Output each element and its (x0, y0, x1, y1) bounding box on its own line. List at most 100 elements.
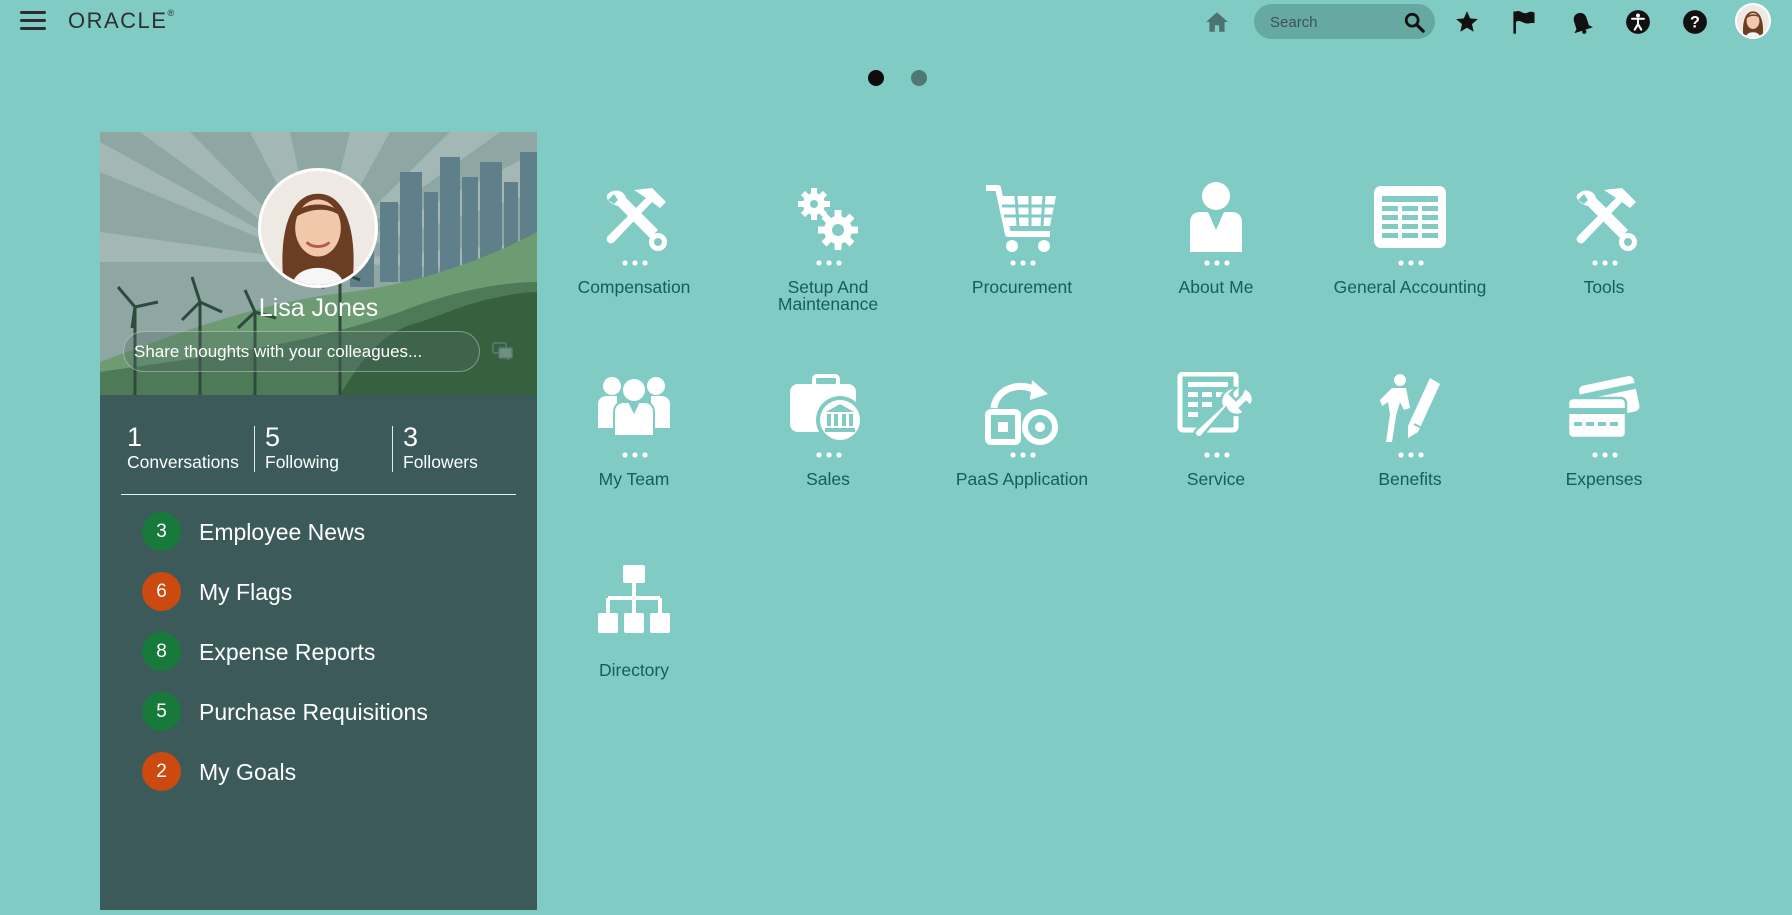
stat-conversations[interactable]: 1 Conversations (127, 422, 239, 472)
paas-icon (985, 380, 1058, 445)
app-procurement[interactable]: Procurement (932, 180, 1112, 350)
star-icon[interactable] (1453, 8, 1481, 36)
more-options-icon[interactable] (816, 452, 842, 458)
app-label: Procurement (971, 277, 1073, 297)
org-chart-icon (598, 565, 670, 633)
app-sales[interactable]: Sales (738, 372, 918, 542)
quick-link-my-goals[interactable]: 2 My Goals (142, 752, 502, 792)
profile-banner: Lisa Jones (100, 132, 537, 395)
count-badge: 2 (142, 752, 181, 791)
stat-label: Followers (403, 452, 478, 472)
stat-count: 1 (127, 422, 143, 452)
logo-registered-mark: ® (167, 8, 176, 18)
search-icon[interactable] (1403, 11, 1425, 33)
stat-label: Following (265, 452, 339, 472)
app-benefits[interactable]: Benefits (1320, 372, 1500, 542)
team-icon (598, 377, 670, 437)
app-paas-application[interactable]: PaaS Application (932, 372, 1112, 542)
stat-count: 3 (403, 422, 419, 452)
cart-icon (986, 185, 1056, 252)
benefits-icon (1380, 374, 1440, 442)
chat-bubbles-icon[interactable] (492, 342, 514, 362)
social-stats: 1 Conversations 5 Following 3 Followers (100, 422, 537, 474)
share-thoughts-input[interactable] (123, 331, 480, 372)
more-options-icon[interactable] (1592, 452, 1618, 458)
quick-link-label: My Goals (199, 759, 297, 785)
app-label: Directory (598, 660, 669, 680)
stat-divider (254, 426, 255, 472)
person-icon (1190, 182, 1242, 252)
app-label: About Me (1178, 277, 1254, 297)
count-badge: 8 (142, 632, 181, 671)
flag-icon[interactable] (1510, 8, 1538, 36)
accessibility-icon[interactable] (1624, 8, 1652, 36)
app-about-me[interactable]: About Me (1126, 180, 1306, 350)
app-label: Expenses (1565, 469, 1643, 489)
app-setup-and-maintenance[interactable]: Setup And Maintenance (738, 180, 918, 350)
app-tools[interactable]: Tools (1514, 180, 1694, 350)
help-icon[interactable]: ? (1681, 8, 1709, 36)
more-options-icon[interactable] (1398, 260, 1424, 266)
quick-link-label: My Flags (199, 579, 293, 605)
stat-following[interactable]: 5 Following (265, 422, 339, 472)
more-options-icon[interactable] (1010, 452, 1036, 458)
app-service[interactable]: Service (1126, 372, 1306, 542)
quick-link-label: Employee News (199, 519, 366, 545)
tools-icon (1576, 188, 1637, 251)
app-expenses[interactable]: Expenses (1514, 372, 1694, 542)
app-label: My Team (598, 469, 670, 489)
quick-link-label: Expense Reports (199, 639, 376, 665)
count-badge: 6 (142, 572, 181, 611)
service-icon (1177, 372, 1255, 439)
more-options-icon[interactable] (1592, 260, 1618, 266)
quick-link-my-flags[interactable]: 6 My Flags (142, 572, 502, 612)
ledger-icon (1374, 186, 1446, 248)
bell-icon[interactable] (1567, 8, 1595, 36)
page-indicator-1[interactable] (868, 70, 884, 86)
app-general-accounting[interactable]: General Accounting (1320, 180, 1500, 350)
more-options-icon[interactable] (1398, 452, 1424, 458)
user-avatar[interactable] (1735, 3, 1771, 39)
panel-divider (121, 494, 516, 495)
app-label: Sales (806, 469, 850, 489)
profile-photo[interactable] (258, 168, 378, 288)
cards-icon (1566, 376, 1640, 440)
tools-icon (606, 188, 667, 251)
more-options-icon[interactable] (622, 260, 648, 266)
app-label: General Accounting (1333, 277, 1487, 297)
quick-link-employee-news[interactable]: 3 Employee News (142, 512, 502, 552)
app-label: PaaS Application (955, 469, 1089, 489)
app-label: Compensation (577, 277, 691, 297)
app-label: Benefits (1378, 469, 1442, 489)
quick-link-label: Purchase Requisitions (199, 699, 428, 725)
app-label: Service (1186, 469, 1246, 489)
app-directory[interactable]: Directory (544, 563, 724, 733)
more-options-icon[interactable] (1010, 260, 1036, 266)
count-badge: 5 (142, 692, 181, 731)
app-label: Setup And Maintenance (777, 277, 879, 314)
profile-name[interactable]: Lisa Jones (100, 294, 537, 323)
app-compensation[interactable]: Compensation (544, 180, 724, 350)
briefcase-bank-icon (790, 374, 864, 444)
page-indicator-2[interactable] (911, 70, 927, 86)
svg-text:?: ? (1690, 13, 1700, 31)
search-input[interactable] (1270, 11, 1400, 33)
stat-divider (392, 426, 393, 472)
home-icon[interactable] (1203, 8, 1231, 36)
global-header: ORACLE® ? (0, 0, 1792, 42)
more-options-icon[interactable] (1204, 452, 1230, 458)
profile-panel: Lisa Jones 1 Conversations 5 Following 3… (100, 132, 537, 910)
hamburger-menu-icon[interactable] (20, 11, 46, 31)
quick-link-purchase-requisitions[interactable]: 5 Purchase Requisitions (142, 692, 502, 732)
stat-count: 5 (265, 422, 281, 452)
search-box (1254, 4, 1435, 39)
more-options-icon[interactable] (816, 260, 842, 266)
stat-followers[interactable]: 3 Followers (403, 422, 478, 472)
quick-link-expense-reports[interactable]: 8 Expense Reports (142, 632, 502, 672)
logo-text: ORACLE (68, 8, 168, 33)
oracle-logo[interactable]: ORACLE® (68, 8, 176, 34)
more-options-icon[interactable] (1204, 260, 1230, 266)
app-label: Tools (1583, 277, 1625, 297)
app-my-team[interactable]: My Team (544, 372, 724, 542)
more-options-icon[interactable] (622, 452, 648, 458)
